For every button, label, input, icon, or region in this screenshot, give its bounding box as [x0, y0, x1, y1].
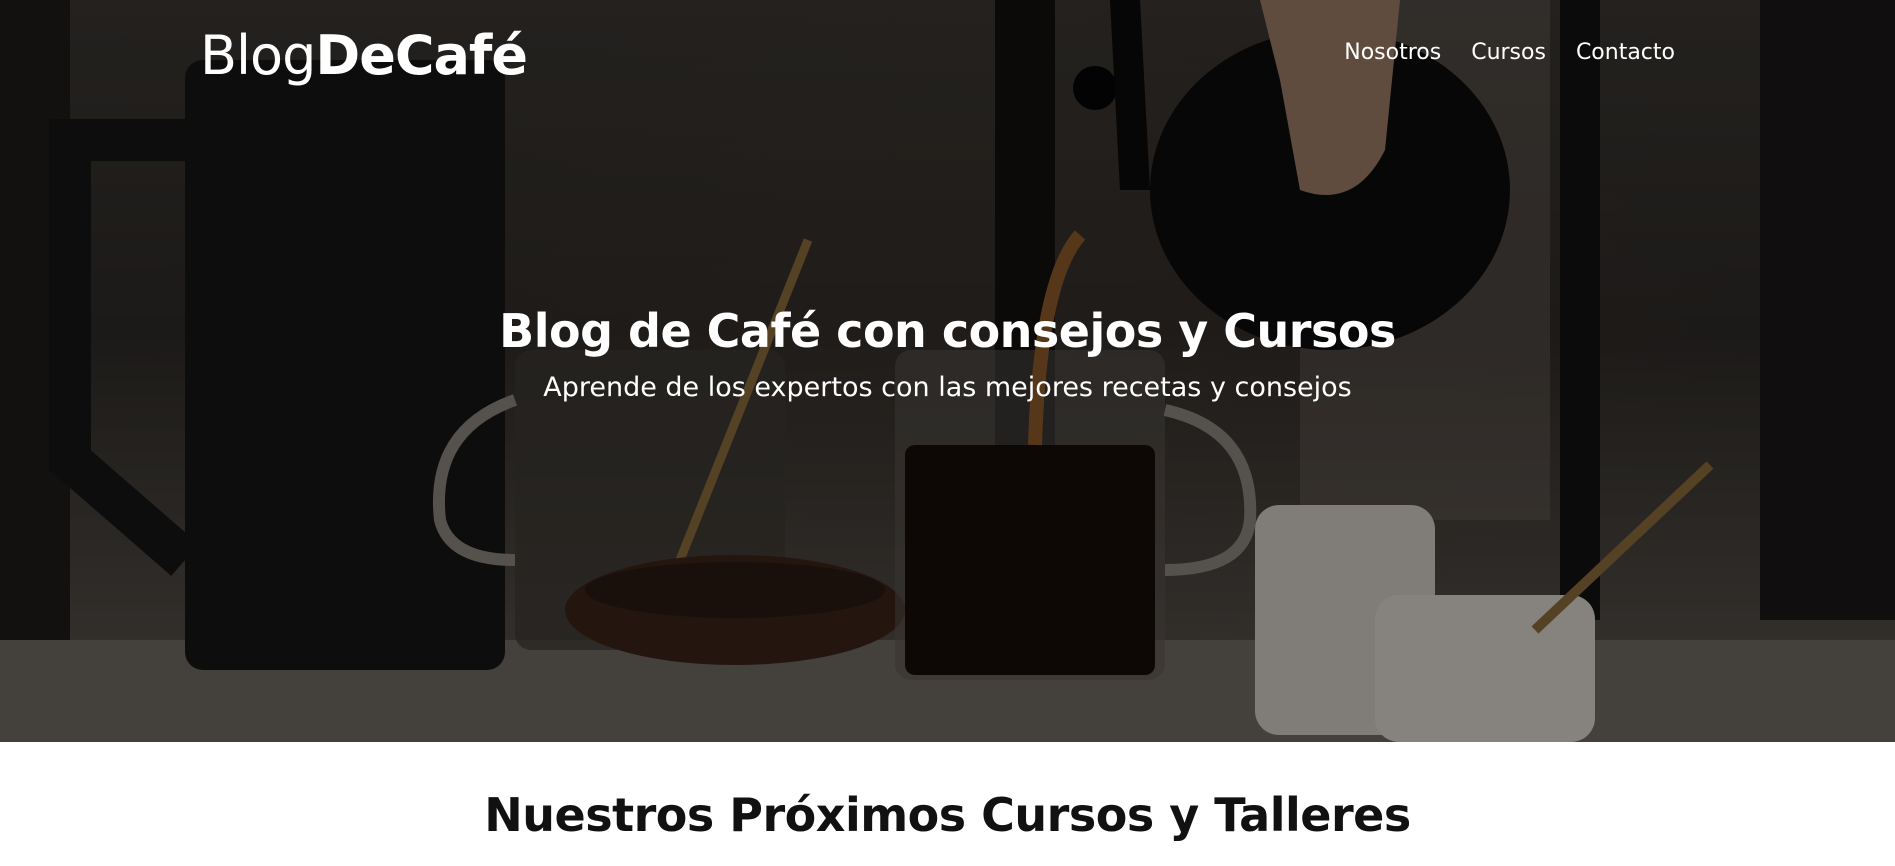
nav-link-nosotros[interactable]: Nosotros [1344, 38, 1441, 68]
logo-text-light: Blog [200, 24, 316, 87]
hero-title: Blog de Café con consejos y Cursos [499, 304, 1396, 358]
hero-subtitle: Aprende de los expertos con las mejores … [543, 372, 1352, 403]
hero-section: BlogDeCafé Nosotros Cursos Contacto Blog… [0, 0, 1895, 742]
courses-section-title: Nuestros Próximos Cursos y Talleres [484, 788, 1411, 842]
main-nav: Nosotros Cursos Contacto [1344, 38, 1675, 68]
navbar: BlogDeCafé Nosotros Cursos Contacto [0, 0, 1895, 110]
logo-text-bold: DeCafé [315, 24, 528, 87]
nav-link-cursos[interactable]: Cursos [1471, 38, 1546, 68]
nav-link-contacto[interactable]: Contacto [1576, 38, 1675, 68]
site-logo[interactable]: BlogDeCafé [200, 22, 528, 90]
